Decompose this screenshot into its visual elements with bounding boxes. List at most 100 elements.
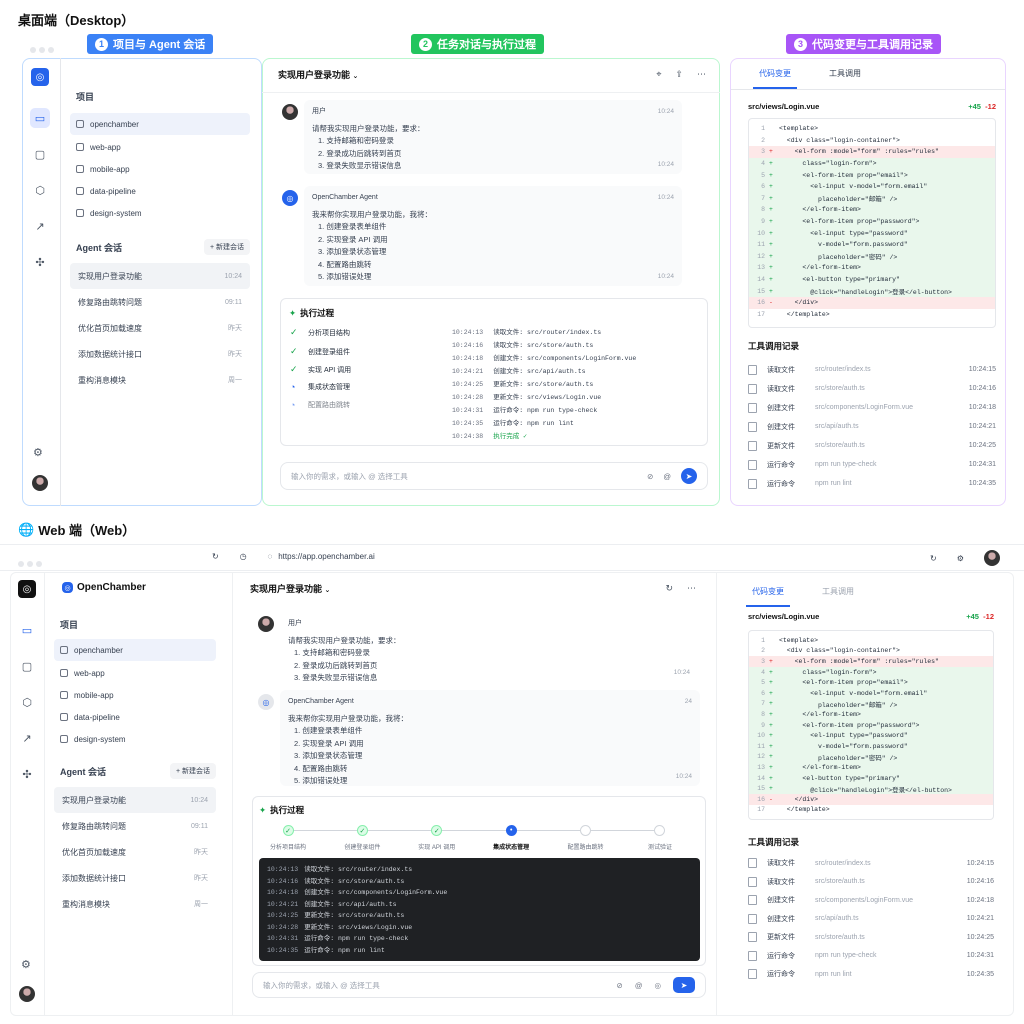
tab-tool-calls[interactable]: 工具调用 (823, 60, 867, 89)
stepper-step: ✓ 创建登录组件 (326, 825, 398, 851)
send-button[interactable]: ➤ (681, 468, 697, 484)
settings-icon[interactable]: ⚙ (33, 446, 43, 459)
project-icon (76, 187, 84, 195)
tool-call-row[interactable]: 更新文件 src/store/auth.ts 10:24:25 (748, 436, 996, 455)
chart-icon[interactable]: ↗ (17, 728, 37, 748)
more-icon[interactable]: ⋯ (697, 69, 706, 80)
app-logo-icon[interactable]: ◎ (18, 580, 36, 598)
session-item[interactable]: 重构消息模块 周一 (70, 367, 250, 393)
chat-icon[interactable]: ▭ (17, 620, 37, 640)
history-icon[interactable]: ◷ (240, 552, 247, 561)
project-item[interactable]: design-system (70, 203, 250, 223)
tool-call-row[interactable]: 更新文件 src/store/auth.ts 10:24:25 (748, 928, 994, 947)
web-sidebar: 项目 openchamber web-app mobile-app data-p… (54, 618, 216, 917)
session-item[interactable]: 添加数据统计接口 昨天 (54, 865, 216, 891)
web-user-avatar[interactable] (983, 550, 1000, 566)
puzzle-icon[interactable]: ✣ (30, 252, 50, 272)
project-item[interactable]: mobile-app (70, 159, 250, 179)
session-item[interactable]: 优化首页加载速度 昨天 (70, 315, 250, 341)
tool-call-row[interactable]: 创建文件 src/api/auth.ts 10:24:21 (748, 417, 996, 436)
file-icon (748, 364, 757, 375)
emoji-icon[interactable]: ◎ (654, 981, 661, 990)
chevron-down-icon[interactable]: ⌄ (353, 73, 359, 80)
code-line: 13 + </el-form-item> (749, 762, 993, 773)
reload-icon[interactable]: ↻ (930, 554, 937, 563)
attach-icon[interactable]: ⊘ (617, 981, 623, 990)
project-item[interactable]: mobile-app (54, 685, 216, 705)
project-item[interactable]: web-app (70, 137, 250, 157)
project-item[interactable]: openchamber (54, 639, 216, 661)
new-session-button[interactable]: + 新建会话 (169, 763, 216, 779)
sessions-title: Agent 会话 (76, 242, 122, 253)
web-chat-input[interactable]: 输入你的需求，或输入 @ 选择工具 ⊘ @ ◎ ➤ (252, 972, 706, 998)
chevron-down-icon[interactable]: ⌄ (325, 587, 331, 594)
project-item[interactable]: data-pipeline (54, 707, 216, 727)
puzzle-icon[interactable]: ✣ (17, 764, 37, 784)
url-field[interactable]: https://app.openchamber.ai (278, 552, 375, 561)
project-item[interactable]: openchamber (70, 113, 250, 135)
tool-call-row[interactable]: 创建文件 src/components/LoginForm.vue 10:24:18 (748, 398, 996, 417)
pin-icon[interactable]: ⌖ (656, 69, 661, 80)
code-line: 1 <template> (761, 125, 819, 133)
chat-icon[interactable]: ▭ (30, 108, 50, 128)
at-icon[interactable]: @ (635, 981, 643, 990)
new-session-button[interactable]: + 新建会话 (203, 239, 250, 255)
cube-icon[interactable]: ⬡ (30, 180, 50, 200)
tool-call-row[interactable]: 读取文件 src/store/auth.ts 10:24:16 (748, 873, 994, 892)
session-item[interactable]: 添加数据统计接口 昨天 (70, 341, 250, 367)
session-item[interactable]: 修复路由跳转问题 09:11 (54, 813, 216, 839)
code-line: 14 + <el-button type="primary" (749, 273, 995, 286)
session-item[interactable]: 实现用户登录功能 10:24 (54, 787, 216, 813)
tab-code-changes[interactable]: 代码变更 (753, 60, 797, 89)
tool-log-web: 工具调用记录 读取文件 src/router/index.ts 10:24:15 读取… (748, 836, 994, 984)
stepper-step: ✓ 分析项目结构 (252, 825, 324, 851)
project-item[interactable]: data-pipeline (70, 181, 250, 201)
session-item[interactable]: 优化首页加载速度 昨天 (54, 839, 216, 865)
session-item[interactable]: 重构消息模块 周一 (54, 891, 216, 917)
tool-call-row[interactable]: 运行命令 npm run type-check 10:24:31 (748, 947, 994, 966)
chat-title[interactable]: 实现用户登录功能 (278, 70, 350, 80)
chat-input[interactable]: 输入你的需求，或输入 @ 选择工具 ⊘ @ ➤ (280, 462, 708, 490)
desktop-section-title: 桌面端（Desktop） (18, 13, 135, 28)
settings-icon[interactable]: ⚙ (21, 958, 31, 971)
project-item[interactable]: design-system (54, 729, 216, 749)
project-item[interactable]: web-app (54, 663, 216, 683)
tab-tool-calls[interactable]: 工具调用 (816, 578, 860, 607)
tag-conversation: 2 任务对话与执行过程 (411, 34, 544, 54)
at-icon[interactable]: @ (663, 472, 671, 481)
refresh-icon[interactable]: ↻ (212, 552, 219, 561)
window-controls[interactable] (30, 40, 57, 58)
cube-icon[interactable]: ⬡ (17, 692, 37, 712)
web-section-title: 🌐 Web 端（Web） (18, 521, 136, 539)
file-icon (748, 383, 757, 394)
session-item[interactable]: 修复路由跳转问题 09:11 (70, 289, 250, 315)
session-item[interactable]: 实现用户登录功能 10:24 (70, 263, 250, 289)
tool-call-row[interactable]: 创建文件 src/components/LoginForm.vue 10:24:18 (748, 891, 994, 910)
chat-title[interactable]: 实现用户登录功能 (250, 584, 322, 594)
share-icon[interactable]: ⇪ (675, 69, 683, 80)
tool-call-row[interactable]: 读取文件 src/store/auth.ts 10:24:16 (748, 379, 996, 398)
chart-icon[interactable]: ↗ (30, 216, 50, 236)
tool-call-row[interactable]: 读取文件 src/router/index.ts 10:24:15 (748, 854, 994, 873)
folder-icon[interactable]: ▢ (30, 144, 50, 164)
app-logo-icon[interactable]: ◎ (31, 68, 49, 86)
sync-icon[interactable]: ↻ (665, 583, 673, 594)
file-icon (748, 858, 757, 869)
user-avatar[interactable] (19, 986, 35, 1002)
tool-call-row[interactable]: 运行命令 npm run type-check 10:24:31 (748, 455, 996, 474)
folder-icon[interactable]: ▢ (17, 656, 37, 676)
user-avatar[interactable] (32, 475, 48, 491)
more-icon[interactable]: ⋯ (687, 583, 696, 594)
tool-call-row[interactable]: 运行命令 npm run lint 10:24:35 (748, 965, 994, 984)
web-chat-header: 实现用户登录功能 ⌄ ↻ ⋯ (250, 582, 696, 595)
globe-icon: 🌐 (18, 521, 35, 537)
tool-call-row[interactable]: 运行命令 npm run lint 10:24:35 (748, 474, 996, 493)
tab-code-changes[interactable]: 代码变更 (746, 578, 790, 607)
tool-call-row[interactable]: 读取文件 src/router/index.ts 10:24:15 (748, 360, 996, 379)
tool-call-row[interactable]: 创建文件 src/api/auth.ts 10:24:21 (748, 910, 994, 929)
send-button[interactable]: ➤ (673, 977, 695, 993)
web-brand: ◎ OpenChamber (62, 582, 146, 593)
attach-icon[interactable]: ⊘ (647, 472, 653, 481)
extension-icon[interactable]: ⚙ (957, 554, 964, 563)
code-line: 5 + <el-form-item prop="email"> (749, 169, 995, 181)
